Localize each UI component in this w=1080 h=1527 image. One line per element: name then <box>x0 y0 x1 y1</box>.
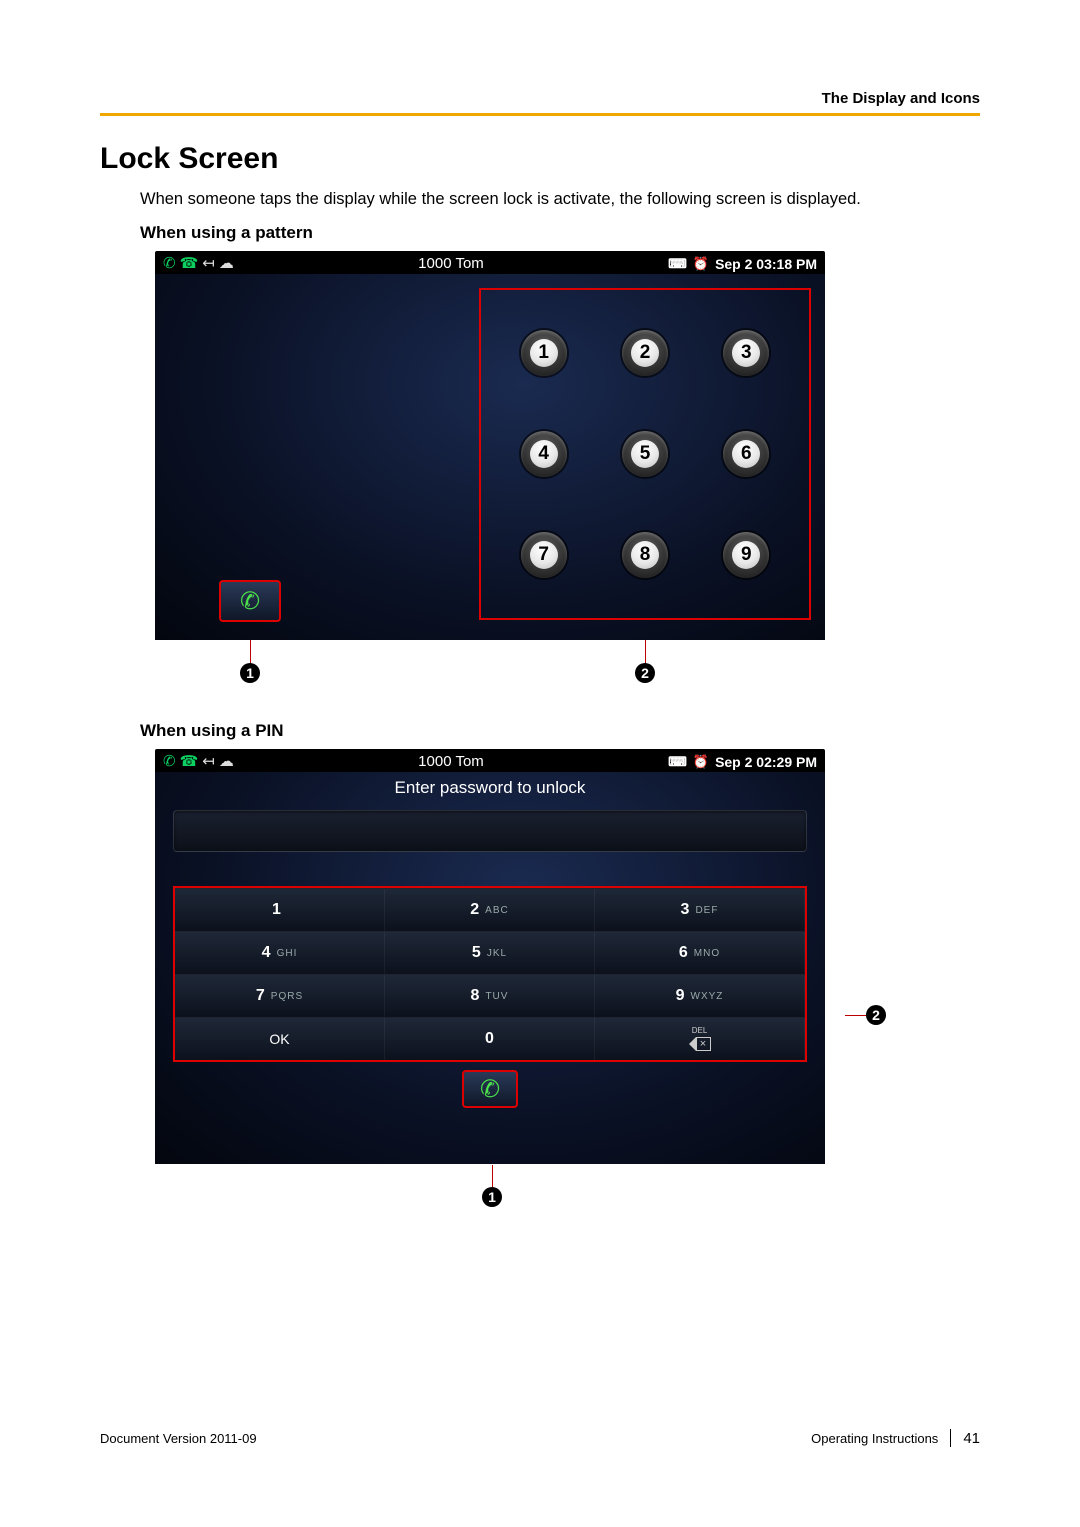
pattern-figure: ✆ ☎ ↤ ☁ 1000 Tom ⌨ ⏰ Sep 2 03:18 PM 1 2 <box>100 251 980 681</box>
page-number: 41 <box>963 1430 980 1447</box>
footer-separator <box>950 1429 951 1447</box>
key-del[interactable]: DEL <box>595 1017 805 1060</box>
key-3[interactable]: 3DEF <box>595 888 805 931</box>
device-pin: ✆ ☎ ↤ ☁ 1000 Tom ⌨ ⏰ Sep 2 02:29 PM Ente… <box>155 749 825 1164</box>
device-pattern: ✆ ☎ ↤ ☁ 1000 Tom ⌨ ⏰ Sep 2 03:18 PM 1 2 <box>155 251 825 640</box>
key-0[interactable]: 0 <box>385 1017 595 1060</box>
pattern-dot[interactable]: 2 <box>622 330 668 376</box>
status-bar: ✆ ☎ ↤ ☁ 1000 Tom ⌨ ⏰ Sep 2 03:18 PM <box>155 251 825 274</box>
divider <box>100 113 980 116</box>
alarm-icon: ⏰ <box>693 256 709 272</box>
pattern-dot[interactable]: 4 <box>521 431 567 477</box>
callout-line <box>492 1165 494 1187</box>
status-center: 1000 Tom <box>418 255 484 272</box>
status-right: ⌨ ⏰ Sep 2 03:18 PM <box>668 256 817 272</box>
key-7[interactable]: 7PQRS <box>175 974 385 1017</box>
callout-1: 1 <box>482 1187 502 1207</box>
keyboard-icon: ⌨ <box>668 256 687 272</box>
callout-1: 1 <box>240 663 260 683</box>
section-label: The Display and Icons <box>100 90 980 107</box>
key-1[interactable]: 1 <box>175 888 385 931</box>
pattern-dot[interactable]: 8 <box>622 532 668 578</box>
status-bar: ✆ ☎ ↤ ☁ 1000 Tom ⌨ ⏰ Sep 2 02:29 PM <box>155 749 825 772</box>
alarm-icon: ⏰ <box>693 754 709 770</box>
pattern-dot[interactable]: 1 <box>521 330 567 376</box>
key-4[interactable]: 4GHI <box>175 931 385 974</box>
status-time: Sep 2 02:29 PM <box>715 754 817 770</box>
cloud-icon: ☁ <box>219 754 234 769</box>
emergency-call-button[interactable]: ✆ <box>462 1070 518 1108</box>
pin-input[interactable] <box>173 810 807 852</box>
headset-icon: ✆ <box>163 754 176 769</box>
key-ok[interactable]: OK <box>175 1017 385 1060</box>
pattern-grid-callout-box: 1 2 3 4 5 6 7 8 9 <box>479 288 811 620</box>
key-6[interactable]: 6MNO <box>595 931 805 974</box>
status-left-icons: ✆ ☎ ↤ ☁ <box>163 256 234 271</box>
pin-figure: ✆ ☎ ↤ ☁ 1000 Tom ⌨ ⏰ Sep 2 02:29 PM Ente… <box>100 749 980 1219</box>
call-status-icon: ☎ <box>180 754 199 769</box>
pin-prompt: Enter password to unlock <box>155 772 825 810</box>
pin-body: Enter password to unlock 1 2ABC 3DEF 4GH… <box>155 772 825 1164</box>
callout-2: 2 <box>866 1005 886 1025</box>
arrow-icon: ↤ <box>202 754 215 769</box>
document-version: Document Version 2011-09 <box>100 1431 257 1446</box>
key-9[interactable]: 9WXYZ <box>595 974 805 1017</box>
status-right: ⌨ ⏰ Sep 2 02:29 PM <box>668 754 817 770</box>
numpad: 1 2ABC 3DEF 4GHI 5JKL 6MNO 7PQRS 8TUV 9W… <box>175 888 805 1060</box>
callout-line <box>645 640 647 664</box>
key-2[interactable]: 2ABC <box>385 888 595 931</box>
intro-text: When someone taps the display while the … <box>140 190 980 209</box>
footer: Document Version 2011-09 Operating Instr… <box>100 1429 980 1447</box>
call-status-icon: ☎ <box>180 256 199 271</box>
pattern-body: 1 2 3 4 5 6 7 8 9 ✆ <box>155 274 825 640</box>
headset-icon: ✆ <box>163 256 176 271</box>
numpad-callout-box: 1 2ABC 3DEF 4GHI 5JKL 6MNO 7PQRS 8TUV 9W… <box>173 886 807 1062</box>
pattern-subheading: When using a pattern <box>140 223 980 243</box>
pattern-grid[interactable]: 1 2 3 4 5 6 7 8 9 <box>493 302 797 606</box>
status-left-icons: ✆ ☎ ↤ ☁ <box>163 754 234 769</box>
pattern-dot[interactable]: 6 <box>723 431 769 477</box>
arrow-icon: ↤ <box>202 256 215 271</box>
callout-line <box>250 640 252 664</box>
pattern-dot[interactable]: 9 <box>723 532 769 578</box>
status-time: Sep 2 03:18 PM <box>715 256 817 272</box>
footer-doc-title: Operating Instructions <box>811 1431 938 1446</box>
callout-line <box>845 1015 867 1016</box>
pattern-dot[interactable]: 5 <box>622 431 668 477</box>
keyboard-icon: ⌨ <box>668 754 687 770</box>
cloud-icon: ☁ <box>219 256 234 271</box>
page-title: Lock Screen <box>100 142 980 176</box>
key-8[interactable]: 8TUV <box>385 974 595 1017</box>
callout-2: 2 <box>635 663 655 683</box>
phone-icon: ✆ <box>240 587 260 616</box>
phone-icon: ✆ <box>480 1075 500 1104</box>
pin-subheading: When using a PIN <box>140 721 980 741</box>
delete-icon: DEL <box>687 1027 713 1051</box>
emergency-call-button[interactable]: ✆ <box>219 580 281 622</box>
pattern-dot[interactable]: 7 <box>521 532 567 578</box>
pattern-dot[interactable]: 3 <box>723 330 769 376</box>
status-center: 1000 Tom <box>418 753 484 770</box>
key-5[interactable]: 5JKL <box>385 931 595 974</box>
